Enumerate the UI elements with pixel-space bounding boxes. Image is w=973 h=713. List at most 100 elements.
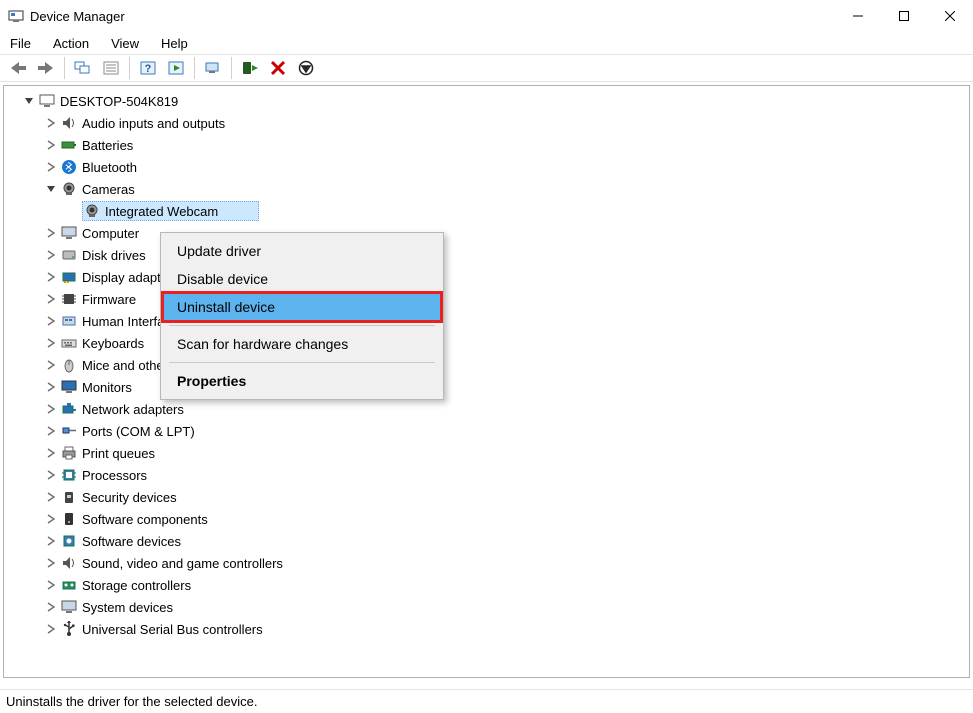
context-menu-separator: [169, 325, 435, 326]
show-hide-console-button[interactable]: [70, 56, 96, 80]
context-menu: Update driver Disable device Uninstall d…: [160, 232, 444, 400]
context-menu-scan-hardware[interactable]: Scan for hardware changes: [163, 330, 441, 358]
toolbar-separator: [64, 57, 65, 79]
port-icon: [60, 422, 78, 440]
tree-node-audio[interactable]: Audio inputs and outputs: [10, 112, 969, 134]
chevron-right-icon[interactable]: [44, 424, 58, 438]
window-controls: [835, 0, 973, 32]
chevron-right-icon[interactable]: [44, 380, 58, 394]
tree-node-softcomp[interactable]: Software components: [10, 508, 969, 530]
chevron-right-icon[interactable]: [44, 226, 58, 240]
chevron-right-icon[interactable]: [44, 622, 58, 636]
storage-controller-icon: [60, 576, 78, 594]
toolbar: ?: [0, 54, 973, 82]
tree-root[interactable]: DESKTOP-504K819: [10, 90, 969, 112]
maximize-button[interactable]: [881, 0, 927, 32]
chevron-right-icon[interactable]: [44, 336, 58, 350]
printer-icon: [60, 444, 78, 462]
scan-hardware-toolbar-button[interactable]: [200, 56, 226, 80]
menu-action[interactable]: Action: [49, 34, 93, 53]
camera-icon: [83, 202, 101, 220]
monitor-icon: [60, 224, 78, 242]
window-title: Device Manager: [30, 9, 125, 24]
titlebar: Device Manager: [0, 0, 973, 32]
chevron-right-icon[interactable]: [44, 314, 58, 328]
tree-node-processors[interactable]: Processors: [10, 464, 969, 486]
mouse-icon: [60, 356, 78, 374]
back-button[interactable]: [5, 56, 31, 80]
chevron-right-icon[interactable]: [44, 556, 58, 570]
context-menu-separator: [169, 362, 435, 363]
chevron-right-icon[interactable]: [44, 534, 58, 548]
chevron-right-icon[interactable]: [44, 270, 58, 284]
menu-file[interactable]: File: [6, 34, 35, 53]
tree-node-system[interactable]: System devices: [10, 596, 969, 618]
context-menu-disable-device[interactable]: Disable device: [163, 265, 441, 293]
add-legacy-button[interactable]: [237, 56, 263, 80]
minimize-button[interactable]: [835, 0, 881, 32]
tree-node-cameras[interactable]: Cameras: [10, 178, 969, 200]
forward-button[interactable]: [33, 56, 59, 80]
camera-icon: [60, 180, 78, 198]
network-icon: [60, 400, 78, 418]
tree-node-softdev[interactable]: Software devices: [10, 530, 969, 552]
context-menu-properties[interactable]: Properties: [163, 367, 441, 395]
chevron-right-icon[interactable]: [44, 160, 58, 174]
menu-view[interactable]: View: [107, 34, 143, 53]
uninstall-toolbar-button[interactable]: [265, 56, 291, 80]
chevron-right-icon[interactable]: [44, 138, 58, 152]
chevron-right-icon[interactable]: [44, 490, 58, 504]
chevron-right-icon[interactable]: [44, 468, 58, 482]
context-menu-uninstall-device[interactable]: Uninstall device: [163, 293, 441, 321]
chevron-right-icon[interactable]: [44, 512, 58, 526]
tree-node-keyboards[interactable]: Keyboards: [10, 332, 969, 354]
speaker-icon: [60, 114, 78, 132]
status-text: Uninstalls the driver for the selected d…: [6, 694, 257, 709]
tree-node-storage[interactable]: Storage controllers: [10, 574, 969, 596]
toolbar-separator: [129, 57, 130, 79]
security-icon: [60, 488, 78, 506]
chevron-right-icon[interactable]: [44, 248, 58, 262]
tree-node-hid[interactable]: Human Interface Devices: [10, 310, 969, 332]
chevron-down-icon[interactable]: [22, 94, 36, 108]
chevron-right-icon[interactable]: [44, 600, 58, 614]
tree-node-sound[interactable]: Sound, video and game controllers: [10, 552, 969, 574]
monitor-icon: [60, 378, 78, 396]
menubar: File Action View Help: [0, 32, 973, 54]
tree-node-batteries[interactable]: Batteries: [10, 134, 969, 156]
chevron-right-icon[interactable]: [44, 402, 58, 416]
app-icon: [8, 8, 24, 24]
context-menu-update-driver[interactable]: Update driver: [163, 237, 441, 265]
usb-icon: [60, 620, 78, 638]
tree-node-bluetooth[interactable]: Bluetooth: [10, 156, 969, 178]
tree-node-printq[interactable]: Print queues: [10, 442, 969, 464]
tree-node-computer[interactable]: Computer: [10, 222, 969, 244]
tree-node-mice[interactable]: Mice and other pointing devices: [10, 354, 969, 376]
chevron-right-icon[interactable]: [44, 292, 58, 306]
root-label: DESKTOP-504K819: [60, 94, 178, 109]
tree-node-disk[interactable]: Disk drives: [10, 244, 969, 266]
tree-node-ports[interactable]: Ports (COM & LPT): [10, 420, 969, 442]
properties-toolbar-button[interactable]: [98, 56, 124, 80]
help-toolbar-button[interactable]: ?: [135, 56, 161, 80]
tree-node-security[interactable]: Security devices: [10, 486, 969, 508]
action-toolbar-button[interactable]: [163, 56, 189, 80]
chevron-right-icon[interactable]: [44, 358, 58, 372]
tree-node-firmware[interactable]: Firmware: [10, 288, 969, 310]
menu-help[interactable]: Help: [157, 34, 192, 53]
software-component-icon: [60, 510, 78, 528]
bluetooth-icon: [60, 158, 78, 176]
chevron-right-icon[interactable]: [44, 116, 58, 130]
chevron-right-icon[interactable]: [44, 578, 58, 592]
disable-toolbar-button[interactable]: [293, 56, 319, 80]
close-button[interactable]: [927, 0, 973, 32]
tree-node-network[interactable]: Network adapters: [10, 398, 969, 420]
computer-icon: [38, 92, 56, 110]
tree-node-usb[interactable]: Universal Serial Bus controllers: [10, 618, 969, 640]
battery-icon: [60, 136, 78, 154]
tree-node-display[interactable]: Display adapters: [10, 266, 969, 288]
chevron-right-icon[interactable]: [44, 446, 58, 460]
tree-node-integrated-webcam[interactable]: Integrated Webcam: [10, 200, 969, 222]
chevron-down-icon[interactable]: [44, 182, 58, 196]
tree-node-monitors[interactable]: Monitors: [10, 376, 969, 398]
